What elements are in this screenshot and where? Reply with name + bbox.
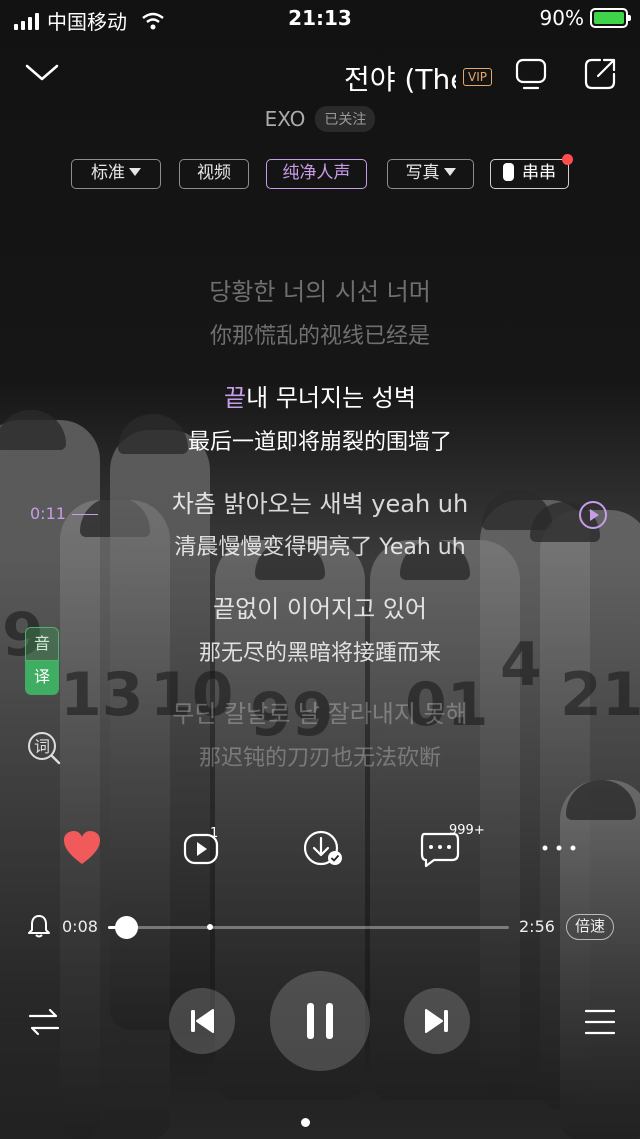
notification-dot bbox=[562, 154, 573, 165]
skip-previous-icon bbox=[191, 1009, 214, 1033]
chevron-down-icon[interactable] bbox=[24, 58, 60, 86]
lyric-sung-part: 끝 bbox=[224, 384, 247, 412]
pause-button[interactable] bbox=[270, 971, 370, 1071]
artist-row: EXO 已关注 bbox=[0, 106, 640, 132]
tab-pure-vocal[interactable]: 纯净人声 bbox=[266, 159, 367, 189]
lyric-unsung-part: 내 무너지는 성벽 bbox=[246, 384, 416, 412]
tab-chuanchuan-label: 串串 bbox=[522, 163, 556, 183]
svg-text:词: 词 bbox=[34, 737, 50, 756]
tab-pure-vocal-label: 纯净人声 bbox=[282, 163, 351, 183]
lyric-line-kr: 무딘 칼날로 날 잘라내지 못해 bbox=[172, 700, 468, 728]
lyric-line-kr: 끝없이 이어지고 있어 bbox=[213, 595, 427, 623]
download-done-icon[interactable] bbox=[302, 828, 344, 868]
shuffle-icon[interactable] bbox=[27, 1007, 61, 1037]
progress-bar[interactable] bbox=[108, 916, 509, 939]
lyric-seek-line bbox=[72, 514, 98, 515]
song-title: 전야 (The bbox=[344, 63, 456, 96]
battery-percent: 90% bbox=[539, 6, 584, 30]
translation-toggle[interactable]: 音 译 bbox=[25, 627, 59, 695]
lyric-line-cn: 你那慌乱的视线已经是 bbox=[209, 324, 430, 349]
lyric-search-icon: 词 bbox=[28, 732, 61, 765]
current-time: 0:08 bbox=[62, 917, 98, 936]
toggle-translation[interactable]: 译 bbox=[25, 661, 59, 695]
lyric-line-cn: 清晨慢慢变得明亮了 Yeah uh bbox=[174, 535, 466, 560]
tab-video[interactable]: 视频 bbox=[179, 159, 249, 189]
tab-chuanchuan[interactable]: 串串 bbox=[490, 154, 573, 189]
lyric-search-button[interactable]: 词 bbox=[26, 730, 62, 766]
playlist-count-badge: 1 bbox=[210, 826, 219, 841]
lyric-line-cn: 那无尽的黑暗将接踵而来 bbox=[198, 641, 441, 666]
tab-video-label: 视频 bbox=[197, 163, 231, 183]
status-bar: 中国移动 21:13 90% bbox=[0, 0, 640, 36]
lyric-line-kr: 당황한 너의 시선 너머 bbox=[209, 278, 431, 306]
total-time: 2:56 bbox=[519, 917, 555, 936]
play-from-line-icon[interactable] bbox=[578, 500, 608, 530]
queue-icon[interactable] bbox=[583, 1007, 617, 1037]
skip-next-icon bbox=[425, 1009, 448, 1033]
toggle-original[interactable]: 音 bbox=[25, 627, 59, 661]
more-icon[interactable] bbox=[540, 828, 582, 868]
toggle-knob-icon bbox=[503, 163, 514, 181]
tab-quality-label: 标准 bbox=[91, 163, 125, 183]
vip-badge: VIP bbox=[463, 68, 492, 86]
pause-icon bbox=[307, 1003, 333, 1039]
screen-cast-icon[interactable] bbox=[513, 56, 549, 92]
lyric-seek-time: 0:11 bbox=[30, 504, 66, 523]
tab-quality[interactable]: 标准 bbox=[71, 159, 161, 189]
next-button[interactable] bbox=[404, 988, 470, 1054]
lyric-line-cn: 那迟钝的刀刃也无法砍断 bbox=[198, 746, 441, 771]
comment-count-badge: 999+ bbox=[449, 823, 485, 838]
lyric-line-current-cn: 最后一道即将崩裂的围墙了 bbox=[187, 430, 452, 455]
triangle-down-icon bbox=[129, 168, 141, 176]
battery-icon bbox=[590, 8, 631, 28]
page-indicator bbox=[301, 1118, 310, 1127]
heart-icon[interactable] bbox=[61, 828, 103, 868]
follow-button[interactable]: 已关注 bbox=[315, 106, 376, 132]
progress-knob[interactable] bbox=[115, 916, 139, 939]
tab-photo[interactable]: 写真 bbox=[387, 159, 474, 189]
battery-group: 90% bbox=[539, 6, 631, 30]
artist-name[interactable]: EXO bbox=[265, 107, 306, 131]
previous-button[interactable] bbox=[169, 988, 235, 1054]
speed-button[interactable]: 倍速 bbox=[566, 914, 614, 940]
triangle-down-icon bbox=[443, 168, 456, 176]
lyric-line-current-kr: 끝내 무너지는 성벽 bbox=[0, 378, 640, 413]
bell-icon[interactable] bbox=[26, 913, 52, 939]
tab-photo-label: 写真 bbox=[405, 163, 440, 183]
share-icon[interactable] bbox=[582, 56, 618, 92]
